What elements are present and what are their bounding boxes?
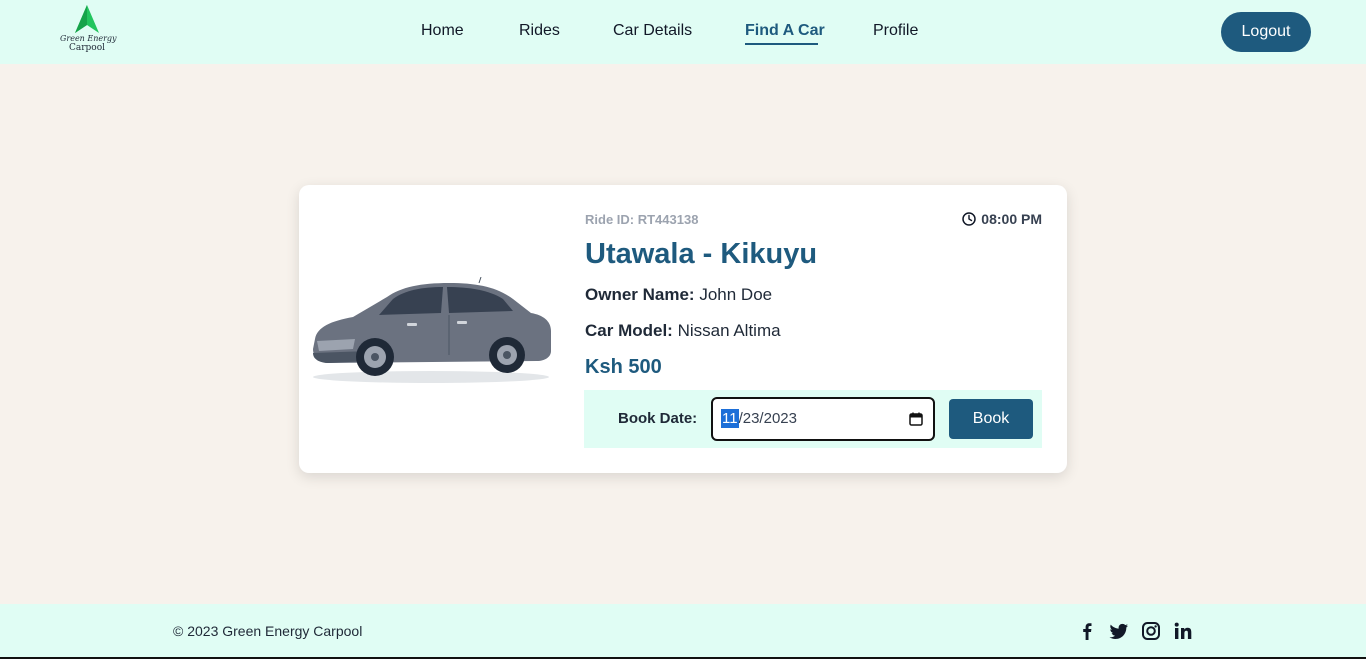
calendar-icon[interactable]: [909, 412, 923, 426]
brand-logo[interactable]: Green Energy Carpool: [60, 4, 117, 58]
book-button[interactable]: Book: [949, 399, 1033, 439]
twitter-icon[interactable]: [1108, 620, 1130, 642]
car-image: [313, 277, 551, 383]
facebook-icon[interactable]: [1076, 620, 1098, 642]
date-month-segment[interactable]: 11: [721, 409, 739, 428]
nav-link-car-details[interactable]: Car Details: [613, 21, 692, 41]
footer: © 2023 Green Energy Carpool: [0, 604, 1366, 657]
instagram-icon[interactable]: [1140, 620, 1162, 642]
nav-link-rides[interactable]: Rides: [519, 21, 560, 41]
ride-route: Utawala - Kikuyu: [585, 238, 818, 270]
car-model-value: Nissan Altima: [677, 321, 781, 340]
car-model-line: Car Model: Nissan Altima: [585, 321, 781, 341]
owner-name-value: John Doe: [699, 285, 773, 304]
nav-link-home[interactable]: Home: [421, 21, 464, 41]
active-nav-underline: [745, 43, 818, 45]
ride-card: Ride ID: RT443138 08:00 PM Utawala - Kik…: [299, 185, 1067, 473]
linkedin-icon[interactable]: [1172, 620, 1194, 642]
car-model-label: Car Model:: [585, 321, 673, 340]
brand-name-line2: Carpool: [68, 43, 106, 53]
brand-name-line1: Green Energy: [60, 34, 117, 43]
ride-time: 08:00 PM: [962, 211, 1042, 227]
owner-name-line: Owner Name: John Doe: [585, 285, 772, 305]
book-date-input[interactable]: 11/23/2023: [711, 397, 935, 441]
logout-button[interactable]: Logout: [1221, 12, 1311, 52]
top-navbar: Green Energy Carpool Home Rides Car Deta…: [0, 0, 1366, 64]
nav-link-profile[interactable]: Profile: [873, 21, 918, 41]
book-date-value[interactable]: 11/23/2023: [721, 409, 797, 428]
date-rest-segment[interactable]: /23/2023: [739, 410, 797, 427]
owner-name-label: Owner Name:: [585, 285, 695, 304]
nav-link-find-a-car[interactable]: Find A Car: [745, 21, 825, 41]
ride-time-text: 08:00 PM: [981, 211, 1042, 227]
booking-panel: Book Date: 11/23/2023 Book: [584, 390, 1042, 448]
ride-id: Ride ID: RT443138: [585, 212, 699, 227]
copyright-text: © 2023 Green Energy Carpool: [173, 623, 363, 639]
ride-price: Ksh 500: [585, 356, 662, 378]
green-arrow-icon: [75, 5, 99, 33]
book-date-label: Book Date:: [618, 410, 698, 427]
clock-icon: [962, 212, 977, 226]
